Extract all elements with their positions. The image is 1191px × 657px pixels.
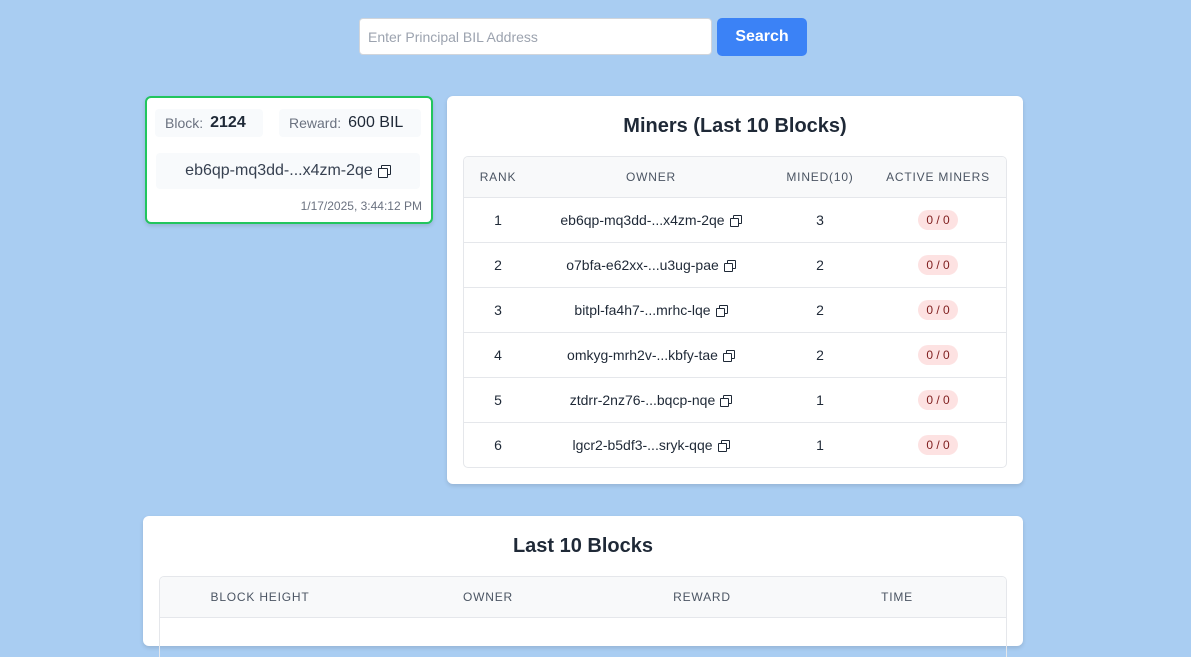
owner-address: o7bfa-e62xx-...u3ug-pae <box>566 257 719 273</box>
mined-cell: 1 <box>816 437 824 453</box>
active-miners-cell: 0 / 0 <box>870 197 1006 243</box>
owner-cell: eb6qp-mq3dd-...x4zm-2qe <box>532 197 770 243</box>
active-miners-cell: 0 / 0 <box>870 423 1006 468</box>
block-reward-pill: Reward: 600 BIL <box>279 109 421 137</box>
active-miners-cell: 0 / 0 <box>870 332 1006 378</box>
active-miners-badge: 0 / 0 <box>918 210 958 230</box>
rank-cell: 2 <box>464 242 532 288</box>
column-header-owner: OWNER <box>360 577 616 618</box>
search-button[interactable]: Search <box>717 18 807 56</box>
table-row: 3 bitpl-fa4h7-...mrhc-lqe 2 0 / 0 <box>464 287 1006 333</box>
active-miners-badge: 0 / 0 <box>918 255 958 275</box>
active-miners-cell: 0 / 0 <box>870 242 1006 288</box>
block-timestamp: 1/17/2025, 3:44:12 PM <box>300 199 422 213</box>
blocks-table: BLOCK HEIGHT OWNER REWARD TIME <box>160 577 1006 618</box>
copy-icon[interactable] <box>715 305 728 318</box>
reward-value: 600 BIL <box>348 114 404 131</box>
table-row: 4 omkyg-mrh2v-...kbfy-tae 2 0 / 0 <box>464 332 1006 378</box>
miners-table: RANK OWNER MINED(10) ACTIVE MINERS 1 eb6… <box>464 157 1006 467</box>
table-row: 6 lgcr2-b5df3-...sryk-qqe 1 0 / 0 <box>464 423 1006 468</box>
copy-icon[interactable] <box>729 215 742 228</box>
owner-cell: bitpl-fa4h7-...mrhc-lqe <box>532 287 770 333</box>
column-header-mined: MINED(10) <box>770 157 870 198</box>
last-blocks-title: Last 10 Blocks <box>512 535 654 557</box>
miners-title: Miners (Last 10 Blocks) <box>623 115 847 137</box>
mined-cell: 3 <box>770 197 870 243</box>
owner-cell: o7bfa-e62xx-...u3ug-pae <box>532 242 770 288</box>
active-miners-badge: 0 / 0 <box>918 435 958 455</box>
block-number: 2124 <box>210 114 246 131</box>
search-bar: Search <box>359 18 807 56</box>
table-row: 2 o7bfa-e62xx-...u3ug-pae 2 0 / 0 <box>464 242 1006 288</box>
last-blocks-card: Last 10 Blocks BLOCK HEIGHT OWNER REWARD… <box>143 516 1023 657</box>
mined-cell: 2 <box>770 242 870 288</box>
mined-cell: 1 <box>770 377 870 423</box>
rank-cell: 5 <box>464 377 532 423</box>
blocks-table-wrap: BLOCK HEIGHT OWNER REWARD TIME <box>159 576 1007 657</box>
block-number-pill: Block: 2124 <box>155 109 263 137</box>
owner-address: omkyg-mrh2v-...kbfy-tae <box>567 347 718 363</box>
blocks-table-header: BLOCK HEIGHT OWNER REWARD TIME <box>160 577 1006 618</box>
rank-cell: 1 <box>464 197 532 243</box>
owner-address: bitpl-fa4h7-...mrhc-lqe <box>574 302 711 318</box>
rank-cell: 3 <box>464 287 532 333</box>
miners-table-wrap: RANK OWNER MINED(10) ACTIVE MINERS 1 eb6… <box>463 156 1007 468</box>
mined-cell: 2 <box>770 332 870 378</box>
miners-table-header: RANK OWNER MINED(10) ACTIVE MINERS <box>464 157 1006 198</box>
column-header-block-height: BLOCK HEIGHT <box>160 577 360 618</box>
rank-cell: 6 <box>494 437 502 453</box>
copy-icon[interactable] <box>720 395 733 408</box>
copy-icon[interactable] <box>723 260 736 273</box>
active-miners-badge: 0 / 0 <box>918 300 958 320</box>
block-owner: eb6qp-mq3dd-...x4zm-2qe <box>156 153 420 189</box>
active-miners-badge: 0 / 0 <box>918 390 958 410</box>
active-miners-cell: 0 / 0 <box>870 287 1006 333</box>
column-header-active-miners: ACTIVE MINERS <box>870 157 1006 198</box>
owner-cell: omkyg-mrh2v-...kbfy-tae <box>532 332 770 378</box>
copy-icon[interactable] <box>717 440 730 453</box>
table-row: 1 eb6qp-mq3dd-...x4zm-2qe 3 0 / 0 <box>464 197 1006 243</box>
rank-cell: 4 <box>464 332 532 378</box>
miners-card: Miners (Last 10 Blocks) RANK OWNER MINED… <box>447 96 1023 484</box>
table-row: 5 ztdrr-2nz76-...bqcp-nqe 1 0 / 0 <box>464 377 1006 423</box>
column-header-time: TIME <box>788 577 1006 618</box>
active-miners-cell: 0 / 0 <box>870 377 1006 423</box>
column-header-owner: OWNER <box>532 157 770 198</box>
owner-address: eb6qp-mq3dd-...x4zm-2qe <box>560 212 725 228</box>
column-header-rank: RANK <box>464 157 532 198</box>
search-input[interactable] <box>359 18 712 55</box>
block-label: Block: <box>165 115 204 131</box>
owner-address: lgcr2-b5df3-...sryk-qqe <box>572 437 713 453</box>
owner-cell: lgcr2-b5df3-...sryk-qqe <box>532 423 770 468</box>
copy-icon[interactable] <box>722 350 735 363</box>
latest-block-card[interactable]: Block: 2124 Reward: 600 BIL eb6qp-mq3dd-… <box>145 96 433 224</box>
column-header-reward: REWARD <box>616 577 788 618</box>
copy-icon[interactable] <box>377 164 391 178</box>
owner-address: ztdrr-2nz76-...bqcp-nqe <box>569 392 716 408</box>
reward-label: Reward: <box>289 115 342 131</box>
active-miners-badge: 0 / 0 <box>918 345 958 365</box>
mined-cell: 2 <box>770 287 870 333</box>
owner-cell: ztdrr-2nz76-...bqcp-nqe <box>532 377 770 423</box>
block-owner-address: eb6qp-mq3dd-...x4zm-2qe <box>185 162 373 179</box>
